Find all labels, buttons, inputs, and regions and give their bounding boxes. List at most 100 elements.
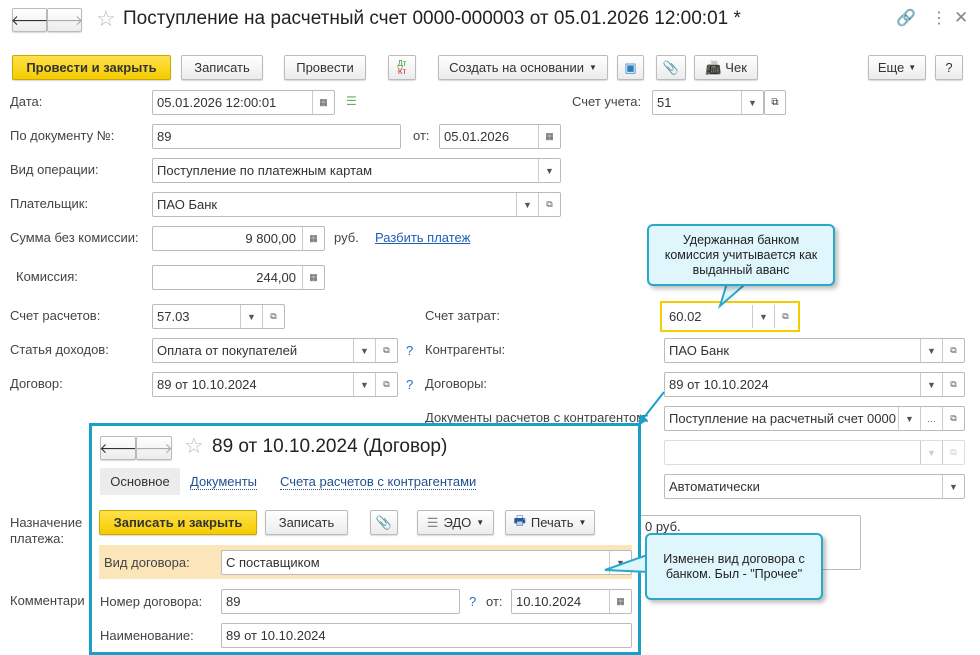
- print-button[interactable]: 🖶 Печать ▼: [505, 510, 595, 535]
- back-button[interactable]: 🡐: [11, 8, 48, 32]
- popup-attachment-button[interactable]: 📎: [370, 510, 398, 535]
- structure-button[interactable]: ▣: [617, 55, 644, 80]
- open-icon: ⧉: [942, 441, 964, 464]
- dt-kt-button[interactable]: Дт Кт: [388, 55, 416, 80]
- attachment-button[interactable]: 📎: [656, 55, 686, 80]
- contractors-value: ПАО Банк: [669, 343, 730, 358]
- help-icon[interactable]: ?: [406, 377, 413, 392]
- close-icon[interactable]: ✕: [954, 8, 968, 28]
- link-icon[interactable]: 🔗: [896, 8, 916, 28]
- post-and-close-button[interactable]: Провести и закрыть: [12, 55, 171, 80]
- account-field[interactable]: 51 ▼: [652, 90, 764, 115]
- settle-account-field[interactable]: 57.03 ▼ ⧉: [152, 304, 285, 329]
- save-button[interactable]: Записать: [181, 55, 263, 80]
- dropdown-icon[interactable]: ▼: [741, 91, 763, 114]
- calculator-icon[interactable]: ▦: [302, 227, 324, 250]
- more-button[interactable]: Еще ▼: [868, 55, 926, 80]
- open-icon[interactable]: ⧉: [942, 407, 964, 430]
- dropdown-icon[interactable]: ▼: [240, 305, 262, 328]
- edo-label: ЭДО: [443, 515, 472, 530]
- contract-number-field[interactable]: 89: [221, 589, 460, 614]
- calculator-icon[interactable]: ▦: [302, 266, 324, 289]
- contract-value: 89 от 10.10.2024: [157, 377, 257, 392]
- tab-main[interactable]: Основное: [100, 468, 180, 495]
- edo-button[interactable]: ☰ ЭДО ▼: [417, 510, 494, 535]
- disabled-field: ▼ ⧉: [664, 440, 965, 465]
- contracts-value: 89 от 10.10.2024: [669, 377, 769, 392]
- help-button[interactable]: ?: [935, 55, 963, 80]
- popup-forward-button[interactable]: 🡒: [135, 436, 173, 460]
- income-value: Оплата от покупателей: [157, 343, 298, 358]
- open-icon[interactable]: ⧉: [262, 305, 284, 328]
- auto-field[interactable]: Автоматически ▼: [664, 474, 965, 499]
- currency-label: руб.: [334, 230, 359, 245]
- contract-date-field[interactable]: 10.10.2024 ▦: [511, 589, 632, 614]
- popup-save-button[interactable]: Записать: [265, 510, 348, 535]
- auto-value: Автоматически: [669, 479, 760, 494]
- operation-field[interactable]: Поступление по платежным картам ▼: [152, 158, 561, 183]
- page-title: Поступление на расчетный счет 0000-00000…: [123, 8, 741, 29]
- dropdown-icon: ▼: [476, 518, 485, 527]
- calendar-icon[interactable]: ▦: [538, 125, 560, 148]
- doc-from-label: от:: [413, 128, 430, 143]
- settle-account-label: Счет расчетов:: [10, 308, 101, 323]
- account-open-button[interactable]: ⧉: [764, 90, 786, 115]
- fee-field[interactable]: 244,00 ▦: [152, 265, 325, 290]
- contract-kind-field[interactable]: С поставщиком ▼: [221, 550, 632, 575]
- contract-number-value: 89: [226, 594, 241, 609]
- doc-number-field[interactable]: 89: [152, 124, 401, 149]
- payer-field[interactable]: ПАО Банк ▼ ⧉: [152, 192, 561, 217]
- doc-date-field[interactable]: 05.01.2026 ▦: [439, 124, 561, 149]
- contractors-label: Контрагенты:: [425, 342, 506, 357]
- help-icon[interactable]: ?: [406, 343, 413, 358]
- print-label: Печать: [530, 515, 574, 530]
- open-icon[interactable]: ⧉: [375, 339, 397, 362]
- open-icon[interactable]: ⧉: [774, 305, 796, 328]
- tab-documents[interactable]: Документы: [190, 474, 258, 490]
- open-icon[interactable]: ⧉: [942, 373, 964, 396]
- calendar-icon[interactable]: ▦: [312, 91, 334, 114]
- history-icon[interactable]: ☰: [346, 94, 357, 108]
- more-vert-icon[interactable]: ⋮: [931, 8, 947, 28]
- forward-button[interactable]: 🡒: [46, 8, 83, 32]
- create-based-on-button[interactable]: Создать на основании ▼: [438, 55, 608, 80]
- operation-label: Вид операции:: [10, 162, 99, 177]
- split-payment-link[interactable]: Разбить платеж: [375, 230, 470, 245]
- purpose-label-1: Назначение: [10, 515, 83, 530]
- date-label: Дата:: [10, 94, 43, 109]
- payer-label: Плательщик:: [10, 196, 89, 211]
- contract-field[interactable]: 89 от 10.10.2024 ▼ ⧉: [152, 372, 398, 397]
- open-icon[interactable]: ⧉: [942, 339, 964, 362]
- dropdown-icon[interactable]: ▼: [920, 339, 942, 362]
- open-icon[interactable]: ⧉: [538, 193, 560, 216]
- income-field[interactable]: Оплата от покупателей ▼ ⧉: [152, 338, 398, 363]
- ellipsis-icon[interactable]: …: [920, 407, 942, 430]
- open-icon[interactable]: ⧉: [375, 373, 397, 396]
- contractors-field[interactable]: ПАО Банк ▼ ⧉: [664, 338, 965, 363]
- popup-back-button[interactable]: 🡐: [99, 436, 137, 460]
- dropdown-icon[interactable]: ▼: [538, 159, 560, 182]
- contract-label: Договор:: [10, 376, 63, 391]
- popup-star-icon[interactable]: ☆: [184, 433, 204, 459]
- dropdown-icon[interactable]: ▼: [898, 407, 920, 430]
- tab-settlement-accounts[interactable]: Счета расчетов с контрагентами: [280, 474, 477, 490]
- dropdown-icon[interactable]: ▼: [516, 193, 538, 216]
- check-button[interactable]: 📠 Чек: [694, 55, 758, 80]
- settle-account-value: 57.03: [157, 309, 190, 324]
- dropdown-icon[interactable]: ▼: [942, 475, 964, 498]
- save-and-close-button[interactable]: Записать и закрыть: [99, 510, 257, 535]
- settlement-docs-field[interactable]: Поступление на расчетный счет 0000 ▼… ⧉: [664, 406, 965, 431]
- star-icon[interactable]: ☆: [96, 6, 116, 32]
- dropdown-icon[interactable]: ▼: [353, 339, 375, 362]
- contracts-field[interactable]: 89 от 10.10.2024 ▼ ⧉: [664, 372, 965, 397]
- calendar-icon[interactable]: ▦: [609, 590, 631, 613]
- dropdown-icon[interactable]: ▼: [920, 373, 942, 396]
- contract-name-field[interactable]: 89 от 10.10.2024: [221, 623, 632, 648]
- post-button[interactable]: Провести: [284, 55, 366, 80]
- fee-label: Комиссия:: [16, 269, 78, 284]
- date-field[interactable]: 05.01.2026 12:00:01 ▦: [152, 90, 335, 115]
- settlement-docs-value: Поступление на расчетный счет 0000: [669, 411, 896, 426]
- dropdown-icon[interactable]: ▼: [353, 373, 375, 396]
- help-icon[interactable]: ?: [469, 594, 476, 609]
- sum-field[interactable]: 9 800,00 ▦: [152, 226, 325, 251]
